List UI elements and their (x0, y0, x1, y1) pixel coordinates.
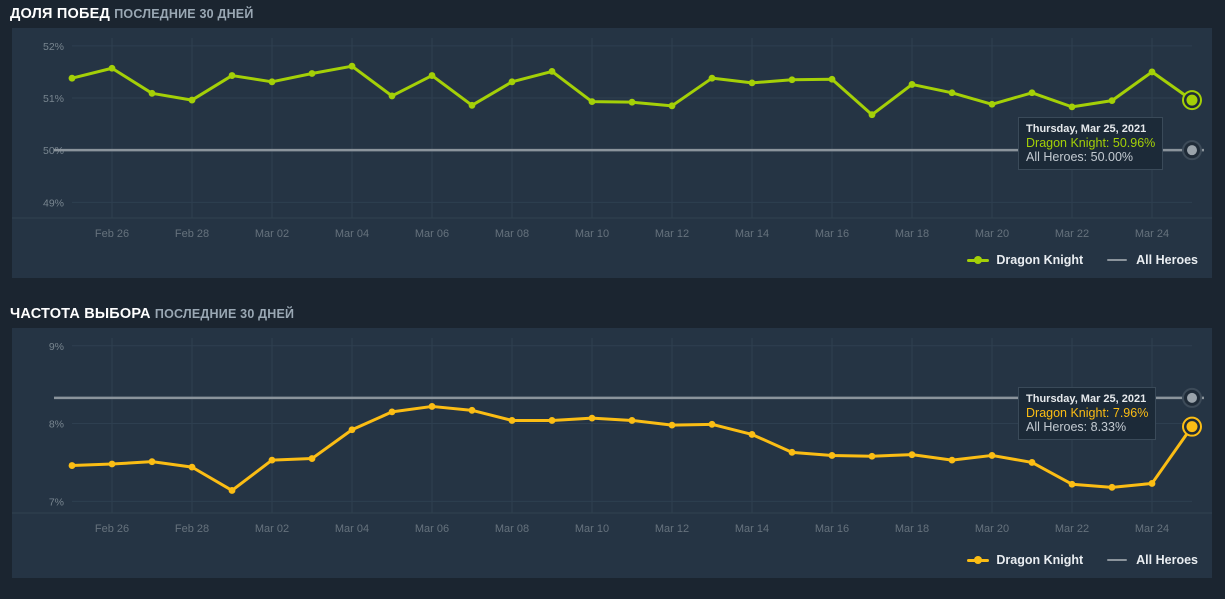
svg-text:Mar 14: Mar 14 (735, 523, 769, 535)
svg-text:Mar 18: Mar 18 (895, 523, 929, 535)
winrate-tooltip-all-label: All Heroes: (1026, 150, 1088, 164)
svg-text:Mar 06: Mar 06 (415, 228, 449, 240)
pickrate-chart-svg[interactable]: Feb 26 Feb 28 Mar 02 Mar 04 Mar 06 Mar 08 Mar … (12, 328, 1212, 578)
pickrate-chart[interactable]: Feb 26 Feb 28 Mar 02 Mar 04 Mar 06 Mar 08 Mar … (12, 328, 1212, 578)
winrate-tooltip-all-value: 50.00% (1090, 150, 1134, 164)
winrate-tooltip-hero: Dragon Knight: 50.96% (1026, 136, 1155, 150)
svg-text:Feb 28: Feb 28 (175, 228, 209, 240)
line-marker-icon (1107, 555, 1129, 566)
svg-text:7%: 7% (49, 496, 64, 508)
svg-text:Mar 20: Mar 20 (975, 523, 1009, 535)
winrate-legend: Dragon Knight All Heroes (967, 253, 1198, 267)
winrate-legend-label-dragon-knight: Dragon Knight (996, 253, 1084, 267)
pickrate-tooltip-all-label: All Heroes: (1026, 420, 1088, 434)
winrate-legend-label-all-heroes: All Heroes (1136, 253, 1198, 267)
pickrate-legend-item-dragon-knight[interactable]: Dragon Knight (967, 553, 1083, 567)
svg-text:Mar 02: Mar 02 (255, 523, 289, 535)
svg-text:Mar 14: Mar 14 (735, 228, 769, 240)
svg-text:Mar 18: Mar 18 (895, 228, 929, 240)
pickrate-title-main: ЧАСТОТА ВЫБОРА (10, 306, 151, 322)
svg-text:Mar 16: Mar 16 (815, 228, 849, 240)
winrate-tooltip-hero-label: Dragon Knight: (1026, 136, 1110, 150)
svg-text:Mar 16: Mar 16 (815, 523, 849, 535)
pickrate-tooltip-hero: Dragon Knight: 7.96% (1026, 406, 1148, 420)
svg-text:Mar 24: Mar 24 (1135, 228, 1169, 240)
svg-text:Feb 28: Feb 28 (175, 523, 209, 535)
svg-text:Mar 04: Mar 04 (335, 523, 369, 535)
svg-text:Mar 04: Mar 04 (335, 228, 369, 240)
svg-text:Mar 12: Mar 12 (655, 523, 689, 535)
svg-text:Mar 22: Mar 22 (1055, 228, 1089, 240)
winrate-legend-item-all-heroes[interactable]: All Heroes (1107, 253, 1198, 267)
pickrate-panel: Feb 26 Feb 28 Mar 02 Mar 04 Mar 06 Mar 08 Mar … (12, 328, 1212, 578)
pickrate-tooltip-all: All Heroes: 8.33% (1026, 420, 1148, 434)
winrate-tooltip: Thursday, Mar 25, 2021 Dragon Knight: 50… (1018, 117, 1164, 170)
svg-text:Mar 24: Mar 24 (1135, 523, 1169, 535)
winrate-title-sub: ПОСЛЕДНИЕ 30 ДНЕЙ (114, 7, 254, 21)
winrate-tooltip-hero-value: 50.96% (1112, 136, 1156, 150)
svg-text:Mar 02: Mar 02 (255, 228, 289, 240)
svg-text:51%: 51% (43, 93, 64, 105)
svg-text:Mar 10: Mar 10 (575, 523, 609, 535)
pickrate-tooltip-all-value: 8.33% (1090, 420, 1127, 434)
pickrate-tooltip: Thursday, Mar 25, 2021 Dragon Knight: 7.… (1018, 387, 1157, 440)
pickrate-tooltip-hero-value: 7.96% (1112, 406, 1149, 420)
svg-text:Mar 12: Mar 12 (655, 228, 689, 240)
svg-text:Mar 08: Mar 08 (495, 228, 529, 240)
winrate-tooltip-date: Thursday, Mar 25, 2021 (1026, 123, 1147, 135)
winrate-title-main: ДОЛЯ ПОБЕД (10, 6, 110, 22)
pickrate-panel-title: ЧАСТОТА ВЫБОРА ПОСЛЕДНИЕ 30 ДНЕЙ (10, 306, 294, 322)
line-marker-icon (1107, 255, 1129, 266)
pickrate-tooltip-date: Thursday, Mar 25, 2021 (1026, 393, 1147, 405)
pickrate-legend-label-dragon-knight: Dragon Knight (996, 553, 1084, 567)
line-dot-marker-icon (967, 555, 990, 566)
winrate-legend-item-dragon-knight[interactable]: Dragon Knight (967, 253, 1083, 267)
winrate-tooltip-all: All Heroes: 50.00% (1026, 150, 1155, 164)
svg-text:49%: 49% (43, 197, 64, 209)
winrate-panel: Feb 26 Feb 28 Mar 02 Mar 04 Mar 06 Mar 08 Mar … (12, 28, 1212, 278)
winrate-panel-title: ДОЛЯ ПОБЕД ПОСЛЕДНИЕ 30 ДНЕЙ (10, 6, 254, 22)
svg-text:Mar 22: Mar 22 (1055, 523, 1089, 535)
svg-text:Feb 26: Feb 26 (95, 228, 129, 240)
pickrate-legend: Dragon Knight All Heroes (967, 553, 1198, 567)
pickrate-title-sub: ПОСЛЕДНИЕ 30 ДНЕЙ (154, 307, 295, 321)
pickrate-tooltip-hero-label: Dragon Knight: (1026, 406, 1110, 420)
svg-text:Mar 10: Mar 10 (575, 228, 609, 240)
svg-text:52%: 52% (43, 41, 64, 53)
pickrate-legend-label-all-heroes: All Heroes (1136, 553, 1198, 567)
svg-text:Mar 08: Mar 08 (495, 523, 529, 535)
svg-text:8%: 8% (49, 419, 64, 431)
svg-text:Mar 06: Mar 06 (415, 523, 449, 535)
svg-text:9%: 9% (49, 341, 64, 353)
line-dot-marker-icon (967, 255, 990, 266)
svg-text:Mar 20: Mar 20 (975, 228, 1009, 240)
pickrate-legend-item-all-heroes[interactable]: All Heroes (1107, 553, 1198, 567)
svg-text:Feb 26: Feb 26 (95, 523, 129, 535)
